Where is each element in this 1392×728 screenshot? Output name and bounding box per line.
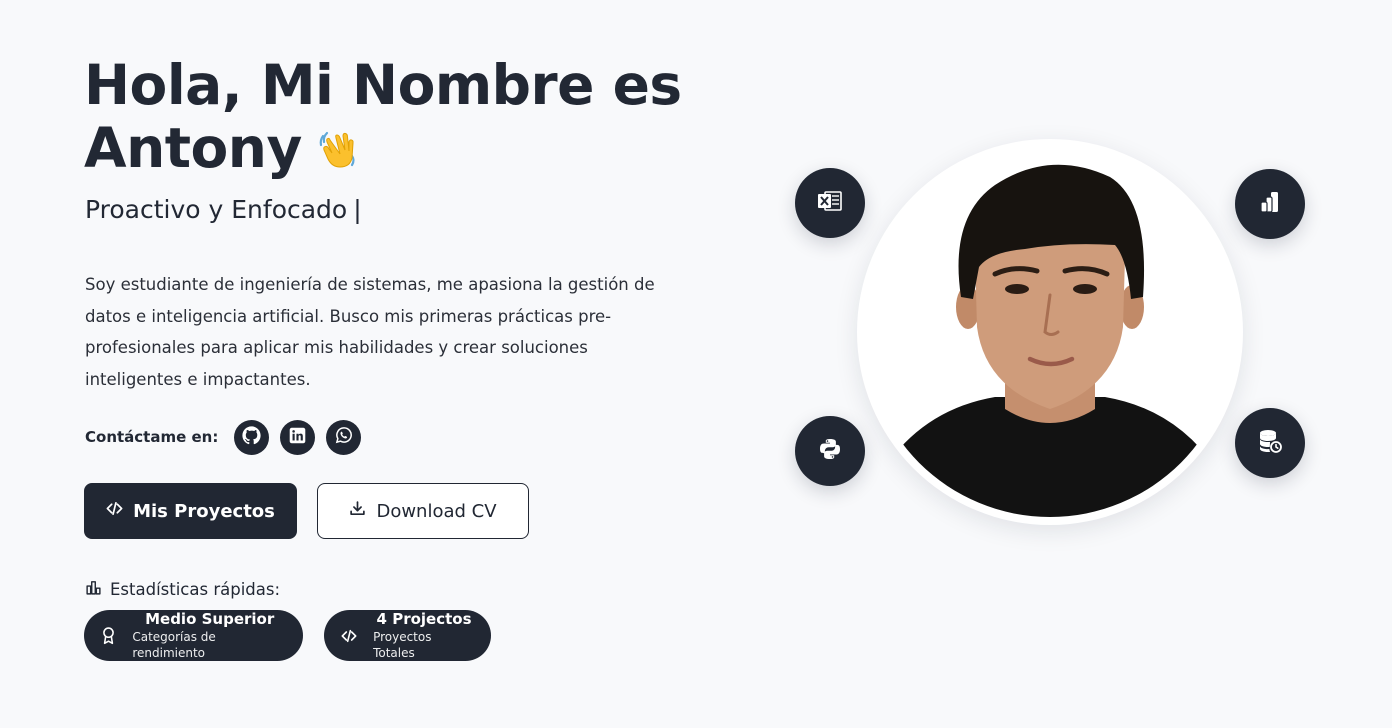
stat-value: Medio Superior bbox=[145, 610, 275, 628]
github-link[interactable] bbox=[234, 419, 270, 455]
stat-projects-text: 4 Projectos Proyectos Totales bbox=[373, 610, 491, 661]
python-icon bbox=[818, 437, 842, 465]
excel-badge bbox=[795, 168, 865, 238]
hero-title: Hola, Mi Nombre es Antony bbox=[84, 54, 724, 183]
contact-label: Contáctame en: bbox=[85, 428, 219, 446]
database-icon bbox=[1257, 428, 1283, 458]
profile-photo bbox=[865, 147, 1235, 517]
excel-icon bbox=[817, 189, 843, 217]
linkedin-link[interactable] bbox=[280, 419, 316, 455]
code-icon bbox=[324, 628, 373, 644]
linkedin-icon bbox=[289, 427, 306, 448]
powerbi-icon bbox=[1259, 190, 1281, 218]
stat-value: 4 Projectos bbox=[376, 610, 472, 628]
python-badge bbox=[795, 416, 865, 486]
database-badge bbox=[1235, 408, 1305, 478]
stat-caption: Categorías de rendimiento bbox=[132, 630, 216, 660]
download-cv-label: Download CV bbox=[376, 500, 497, 522]
hero-section: Hola, Mi Nombre es Antony Proactivo y En… bbox=[0, 0, 1392, 728]
contact-row: Contáctame en: bbox=[85, 419, 372, 455]
hero-subtitle: Proactivo y Enfocado | bbox=[85, 194, 362, 226]
subtitle-text: Proactivo y Enfocado bbox=[85, 195, 348, 224]
profile-photo-frame bbox=[857, 139, 1243, 525]
typing-cursor: | bbox=[353, 195, 362, 224]
code-icon bbox=[106, 500, 123, 522]
stats-heading: Estadísticas rápidas: bbox=[85, 579, 280, 600]
stat-projects: 4 Projectos Proyectos Totales bbox=[324, 610, 491, 661]
download-icon bbox=[349, 500, 366, 522]
whatsapp-link[interactable] bbox=[326, 419, 362, 455]
hero-title-line1: Hola, Mi Nombre es bbox=[84, 53, 682, 117]
hero-description: Soy estudiante de ingeniería de sistemas… bbox=[85, 275, 655, 389]
github-icon bbox=[242, 425, 261, 449]
waving-hand-icon bbox=[316, 120, 360, 183]
projects-button-label: Mis Proyectos bbox=[133, 500, 275, 522]
bar-chart-icon bbox=[85, 579, 102, 600]
hero-title-name: Antony bbox=[84, 116, 302, 180]
powerbi-badge bbox=[1235, 169, 1305, 239]
stat-caption: Proyectos Totales bbox=[373, 630, 432, 660]
stat-performance-text: Medio Superior Categorías de rendimiento bbox=[132, 610, 303, 661]
download-cv-button[interactable]: Download CV bbox=[317, 483, 529, 539]
projects-button[interactable]: Mis Proyectos bbox=[84, 483, 297, 539]
award-icon bbox=[84, 626, 132, 645]
stats-title: Estadísticas rápidas: bbox=[110, 580, 281, 599]
whatsapp-icon bbox=[335, 426, 353, 448]
stat-performance: Medio Superior Categorías de rendimiento bbox=[84, 610, 303, 661]
